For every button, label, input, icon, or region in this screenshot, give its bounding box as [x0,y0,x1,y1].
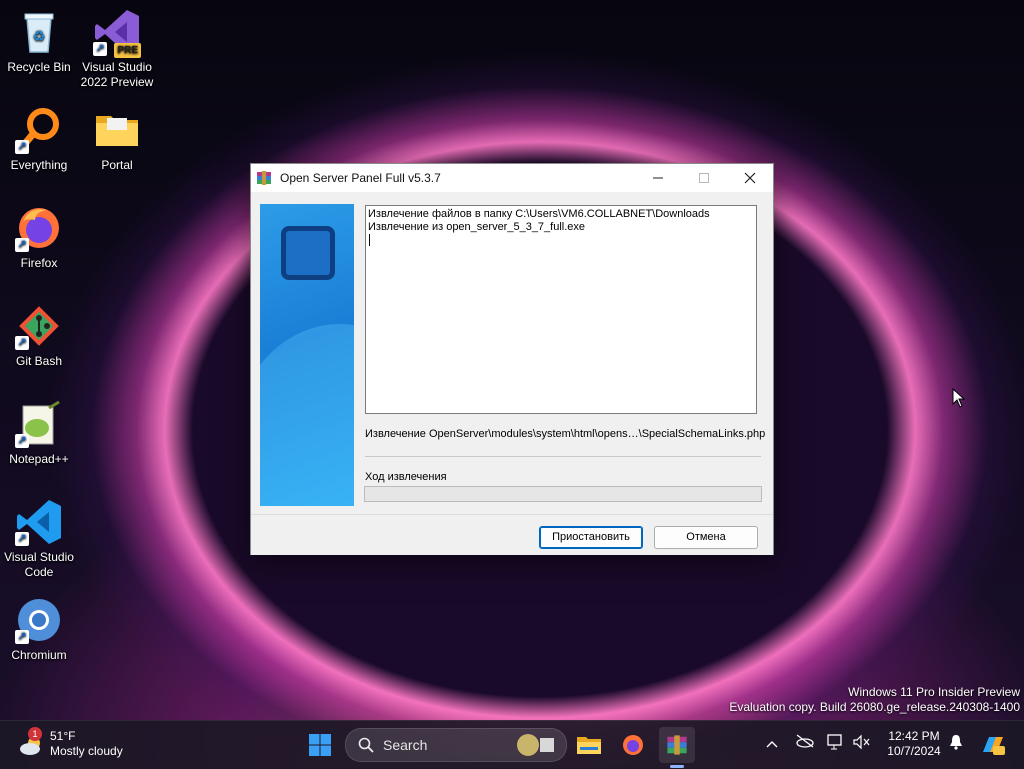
volume-muted-icon[interactable] [852,734,872,754]
taskbar: 1 51°F Mostly cloudy Search 12:42 PM 10/… [0,720,1024,769]
chromium-icon: ↗ [15,596,63,644]
divider [365,456,761,457]
log-line: Извлечение из open_server_5_3_7_full.exe [368,221,586,233]
minimize-icon [653,177,663,179]
maximize-icon [699,173,709,183]
minimize-button[interactable] [635,164,681,192]
extraction-progress-bar [364,486,762,502]
show-hidden-icons-chevron-icon[interactable] [762,734,782,754]
taskbar-clock[interactable]: 12:42 PM 10/7/2024 [880,729,948,759]
winrar-app-icon [667,735,687,755]
search-icon [358,737,374,753]
desktop-icon-notepadpp[interactable]: ↗ Notepad++ [1,400,77,467]
taskbar-file-explorer[interactable] [571,727,607,763]
everything-search-icon: ↗ [15,106,63,154]
network-icon[interactable] [826,734,846,754]
text-cursor [369,234,370,246]
open-server-installer-dialog: Open Server Panel Full v5.3.7 Извлечение… [250,163,774,555]
taskbar-firefox[interactable] [615,727,651,763]
extraction-log[interactable]: Извлечение файлов в папку C:\Users\VM6.C… [365,205,757,414]
dialog-footer: Приостановить Отмена [251,514,773,555]
git-bash-icon: ↗ [15,302,63,350]
desktop-icon-label: Visual Studio Code [4,550,74,579]
close-button[interactable] [727,164,773,192]
desktop-icon-portal[interactable]: Portal [79,106,155,173]
desktop-icon-chromium[interactable]: ↗ Chromium [1,596,77,663]
desktop-icon-everything[interactable]: ↗ Everything [1,106,77,173]
start-button[interactable] [302,727,338,763]
weather-description: Mostly cloudy [50,744,123,758]
desktop-icon-visual-studio[interactable]: PRE ↗ Visual Studio 2022 Preview [79,8,155,90]
desktop-icon-git-bash[interactable]: ↗ Git Bash [1,302,77,369]
search-placeholder: Search [383,737,428,753]
progress-label: Ход извлечения [365,471,447,483]
weather-alert-badge: 1 [28,727,42,741]
windows-logo-icon [309,734,331,756]
log-line: Извлечение файлов в папку C:\Users\VM6.C… [368,208,710,220]
windows-watermark: Windows 11 Pro Insider Preview Evaluatio… [729,685,1020,715]
weather-temperature: 51°F [50,729,76,743]
desktop-icon-label: Everything [10,158,68,172]
watermark-line: Evaluation copy. Build 26080.ge_release.… [729,700,1020,714]
notification-bell-icon[interactable] [946,734,966,754]
title-bar[interactable]: Open Server Panel Full v5.3.7 [251,164,773,192]
desktop-icon-label: Visual Studio 2022 Preview [80,60,154,89]
onedrive-off-icon[interactable] [795,734,815,754]
cancel-button[interactable]: Отмена [654,526,758,549]
desktop-icon-vscode[interactable]: ↗ Visual Studio Code [1,498,77,580]
folder-icon [577,737,601,754]
desktop-icon-recycle-bin[interactable]: ♻ Recycle Bin [1,8,77,75]
shortcut-arrow-icon: ↗ [15,630,29,644]
shortcut-arrow-icon: ↗ [15,532,29,546]
pause-button[interactable]: Приостановить [539,526,643,549]
desktop-icon-firefox[interactable]: ↗ Firefox [1,204,77,271]
folder-icon [93,106,141,154]
desktop-icon-label: Git Bash [15,354,63,368]
installer-side-banner [260,204,354,506]
desktop-icon-label: Notepad++ [9,452,69,466]
pre-badge: PRE [114,43,141,58]
recycle-bin-icon: ♻ [15,8,63,56]
window-title: Open Server Panel Full v5.3.7 [280,171,441,185]
desktop-icon-label: Firefox [20,256,58,270]
clock-time: 12:42 PM [888,729,940,743]
shortcut-arrow-icon: ↗ [15,238,29,252]
shortcut-arrow-icon: ↗ [15,140,29,154]
mouse-cursor-icon [952,388,966,408]
desktop-icon-label: Recycle Bin [7,60,71,74]
taskbar-winrar[interactable] [659,727,695,763]
clock-date: 10/7/2024 [887,744,941,758]
close-icon [744,172,756,184]
desktop-icon-label: Chromium [11,648,67,662]
maximize-button[interactable] [681,164,727,192]
vscode-icon: ↗ [15,498,63,546]
desktop-icon-label: Portal [101,158,133,172]
shortcut-arrow-icon: ↗ [93,42,107,56]
firefox-icon: ↗ [15,204,63,252]
current-file-label: Извлечение OpenServer\modules\system\htm… [365,428,766,440]
copilot-icon[interactable] [980,734,1006,755]
visual-studio-icon: PRE ↗ [93,8,141,58]
firefox-icon [623,735,643,755]
open-server-logo-icon [281,226,335,280]
taskbar-search-box[interactable]: Search [345,728,567,762]
shortcut-arrow-icon: ↗ [15,434,29,448]
shortcut-arrow-icon: ↗ [15,336,29,350]
notepadpp-icon: ↗ [15,400,63,448]
search-highlight-icon [517,734,554,756]
svg-text:♻: ♻ [33,29,46,45]
winrar-app-icon [257,171,271,185]
watermark-line: Windows 11 Pro Insider Preview [848,685,1020,699]
